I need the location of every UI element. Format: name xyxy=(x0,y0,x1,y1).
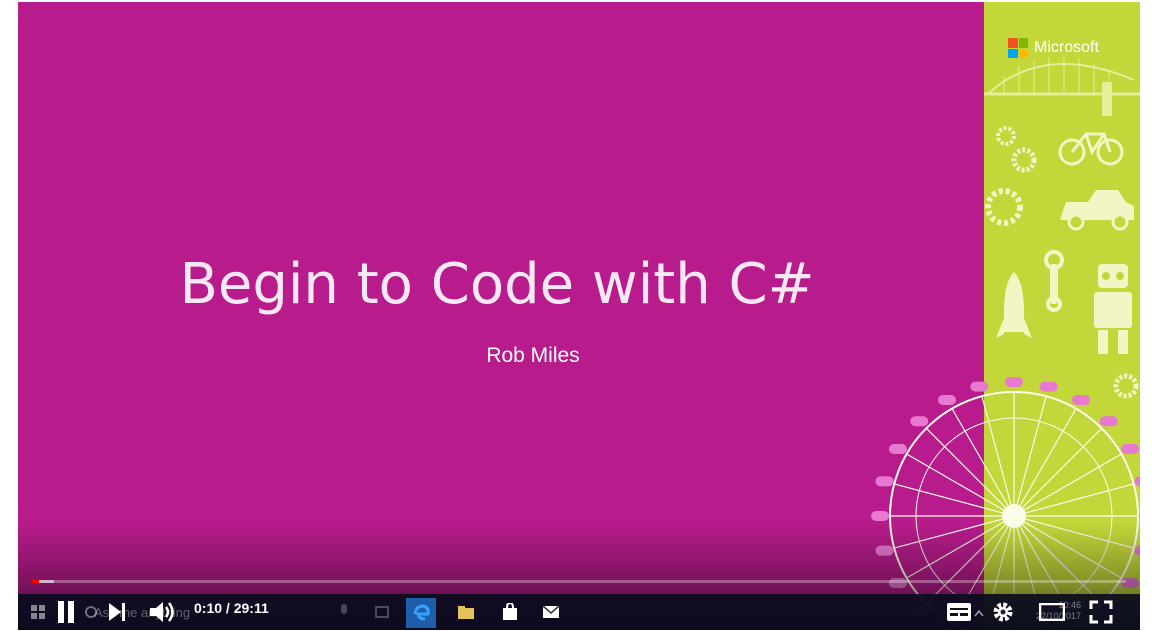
next-icon[interactable] xyxy=(106,601,128,623)
wheel-cabin xyxy=(1121,444,1140,454)
volume-icon[interactable] xyxy=(148,599,176,625)
wheel-cabin xyxy=(938,394,956,405)
file-explorer-icon xyxy=(458,604,474,620)
wheel-cabin xyxy=(1139,513,1140,519)
mail-icon xyxy=(542,604,560,620)
wheel-cabin xyxy=(1134,476,1140,487)
taskbar-clock: 10:46 22/10/2017 xyxy=(1036,600,1081,622)
wheel-cabin xyxy=(1099,416,1118,427)
task-view-icon xyxy=(374,604,390,620)
time-display: 0:10 / 29:11 xyxy=(194,600,269,616)
progress-played xyxy=(32,580,39,583)
store-icon xyxy=(502,603,518,621)
wheel-spoke xyxy=(1013,427,1103,517)
wheel-cabin xyxy=(970,381,989,392)
wheel-spoke xyxy=(906,453,1015,517)
progress-bar[interactable] xyxy=(32,580,1126,583)
wheel-cabin xyxy=(871,511,889,521)
microsoft-logo: Microsoft xyxy=(1008,38,1099,58)
wheel-cabin xyxy=(888,444,907,454)
wheel-spoke xyxy=(1013,396,1047,517)
wheel-spoke xyxy=(1013,453,1122,517)
current-time: 0:10 xyxy=(194,600,223,616)
microsoft-logo-text: Microsoft xyxy=(1034,39,1099,56)
microsoft-logo-icon xyxy=(1008,38,1028,58)
subtitles-icon[interactable] xyxy=(946,601,972,623)
wheel-spoke xyxy=(981,396,1015,517)
slide-author: Rob Miles xyxy=(486,344,580,367)
wheel-cabin xyxy=(1039,381,1058,392)
wheel-spoke xyxy=(894,483,1015,517)
edge-icon xyxy=(406,598,436,628)
wheel-spoke xyxy=(1013,483,1134,517)
duration: 29:11 xyxy=(233,600,269,616)
wheel-spoke xyxy=(1013,408,1077,517)
microphone-icon xyxy=(338,604,350,620)
wheel-spoke xyxy=(951,408,1015,517)
pause-icon[interactable] xyxy=(54,600,78,624)
settings-icon[interactable] xyxy=(990,599,1016,625)
wheel-spoke xyxy=(925,427,1015,517)
windows-start-icon xyxy=(30,604,46,620)
chevron-up-icon xyxy=(974,608,984,618)
wheel-cabin xyxy=(1072,394,1090,405)
wheel-cabin xyxy=(910,416,929,427)
time-separator: / xyxy=(222,600,234,616)
fullscreen-icon[interactable] xyxy=(1088,599,1114,625)
wheel-cabin xyxy=(875,476,894,487)
taskbar-clock-time: 10:46 xyxy=(1058,600,1082,610)
video-player[interactable]: Microsoft Begin to Code with C# Rob Mile… xyxy=(18,2,1140,630)
player-controls: Ask me anything 0:10 / 29:11 10:46 22/10… xyxy=(18,594,1140,630)
wheel-cabin xyxy=(1005,377,1023,387)
taskbar-clock-date: 22/10/2017 xyxy=(1036,611,1082,621)
slide-title: Begin to Code with C# xyxy=(179,252,815,317)
